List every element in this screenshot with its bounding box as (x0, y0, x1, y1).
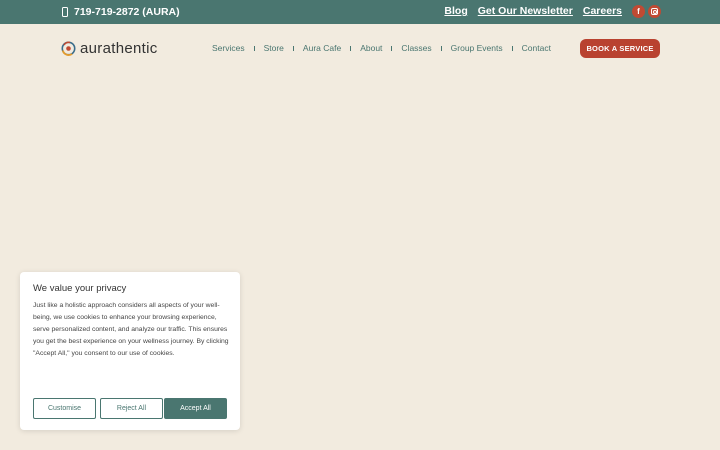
cookie-body: Just like a holistic approach considers … (33, 302, 229, 357)
careers-link[interactable]: Careers (583, 5, 622, 17)
top-bar: 719-719-2872 (AURA) Blog Get Our Newslet… (0, 0, 720, 24)
nav-services[interactable]: Services (212, 43, 245, 53)
nav-store[interactable]: Store (264, 43, 284, 53)
phone-icon (62, 7, 68, 17)
nav-classes[interactable]: Classes (401, 43, 431, 53)
nav-aura-cafe[interactable]: Aura Cafe (303, 43, 341, 53)
nav-divider (292, 45, 294, 51)
blog-link[interactable]: Blog (444, 5, 467, 17)
nav-group-events[interactable]: Group Events (451, 43, 503, 53)
newsletter-link[interactable]: Get Our Newsletter (478, 5, 573, 17)
nav-divider (440, 45, 442, 51)
top-links: Blog Get Our Newsletter Careers (444, 5, 622, 17)
cookie-title: We value your privacy (33, 283, 127, 294)
customise-button[interactable]: Customise (33, 398, 96, 419)
book-service-button[interactable]: BOOK A SERVICE (580, 39, 660, 58)
main-nav: Services Store Aura Cafe About Classes G… (212, 43, 551, 53)
nav-divider (511, 45, 513, 51)
logo-icon (61, 41, 76, 56)
nav-divider (253, 45, 255, 51)
nav-about[interactable]: About (360, 43, 382, 53)
instagram-icon[interactable] (648, 5, 661, 18)
nav-divider (391, 45, 393, 51)
cookie-consent-banner: We value your privacy Just like a holist… (20, 272, 240, 430)
facebook-icon[interactable]: f (632, 5, 645, 18)
logo-text: aurathentic (80, 40, 158, 57)
site-logo[interactable]: aurathentic (61, 40, 158, 57)
phone-link[interactable]: 719-719-2872 (AURA) (62, 5, 180, 19)
phone-number: 719-719-2872 (AURA) (74, 6, 180, 18)
social-links: f (632, 5, 661, 18)
instagram-glyph (651, 8, 658, 15)
reject-all-button[interactable]: Reject All (100, 398, 163, 419)
facebook-glyph: f (637, 7, 640, 16)
nav-divider (350, 45, 352, 51)
nav-contact[interactable]: Contact (522, 43, 551, 53)
accept-all-button[interactable]: Accept All (164, 398, 227, 419)
